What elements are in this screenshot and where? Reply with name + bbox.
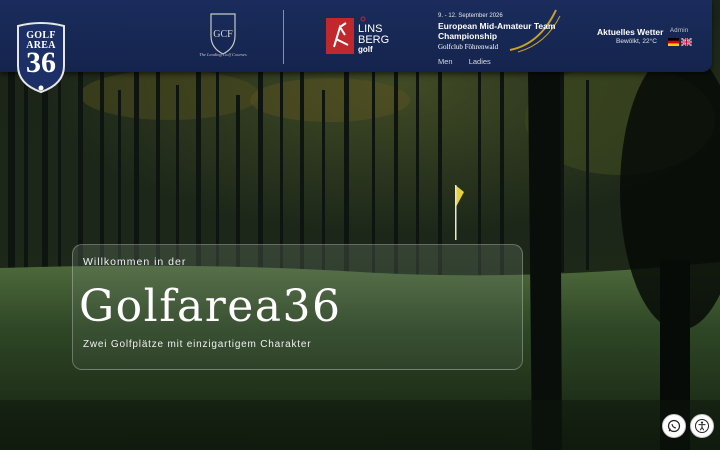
hero-title: Golfarea36 xyxy=(79,281,342,332)
event-venue: Golfclub Föhrenwald xyxy=(438,43,499,51)
hero-intro: Willkommen in der xyxy=(83,256,187,268)
uk-flag-icon[interactable] xyxy=(681,38,692,46)
weather-title[interactable]: Aktuelles Wetter xyxy=(597,27,663,37)
weather-status: Bewölkt, 22°C xyxy=(616,38,657,45)
linsberg-line-3: golf xyxy=(358,45,373,54)
event-tabs: Men Ladies xyxy=(438,57,505,66)
tab-men[interactable]: Men xyxy=(438,57,453,66)
event-date: 9. - 12. September 2026 xyxy=(438,13,503,19)
header-divider xyxy=(283,10,284,64)
tab-ladies[interactable]: Ladies xyxy=(469,57,491,66)
club-tagline: The Leading Golf Courses xyxy=(199,52,247,57)
golfarea36-logo[interactable]: GOLF AREA 36 xyxy=(14,22,68,94)
event-title[interactable]: European Mid-Amateur Team Championship xyxy=(438,21,568,41)
logo-number: 36 xyxy=(26,46,56,79)
hero-subtitle: Zwei Golfplätze mit einzigartigem Charak… xyxy=(83,339,312,350)
club-crest-letters: GCF xyxy=(213,29,233,40)
site-header: GOLF AREA 36 GCF The Leading Golf Course… xyxy=(0,0,712,94)
accessibility-icon xyxy=(695,419,709,433)
hero-welcome-card: Willkommen in der Golfarea36 Zwei Golfpl… xyxy=(72,244,523,370)
accessibility-button[interactable] xyxy=(690,414,714,438)
german-flag-icon[interactable] xyxy=(668,38,679,46)
whatsapp-button[interactable] xyxy=(662,414,686,438)
whatsapp-icon xyxy=(667,419,681,433)
admin-link[interactable]: Admin xyxy=(670,28,689,34)
